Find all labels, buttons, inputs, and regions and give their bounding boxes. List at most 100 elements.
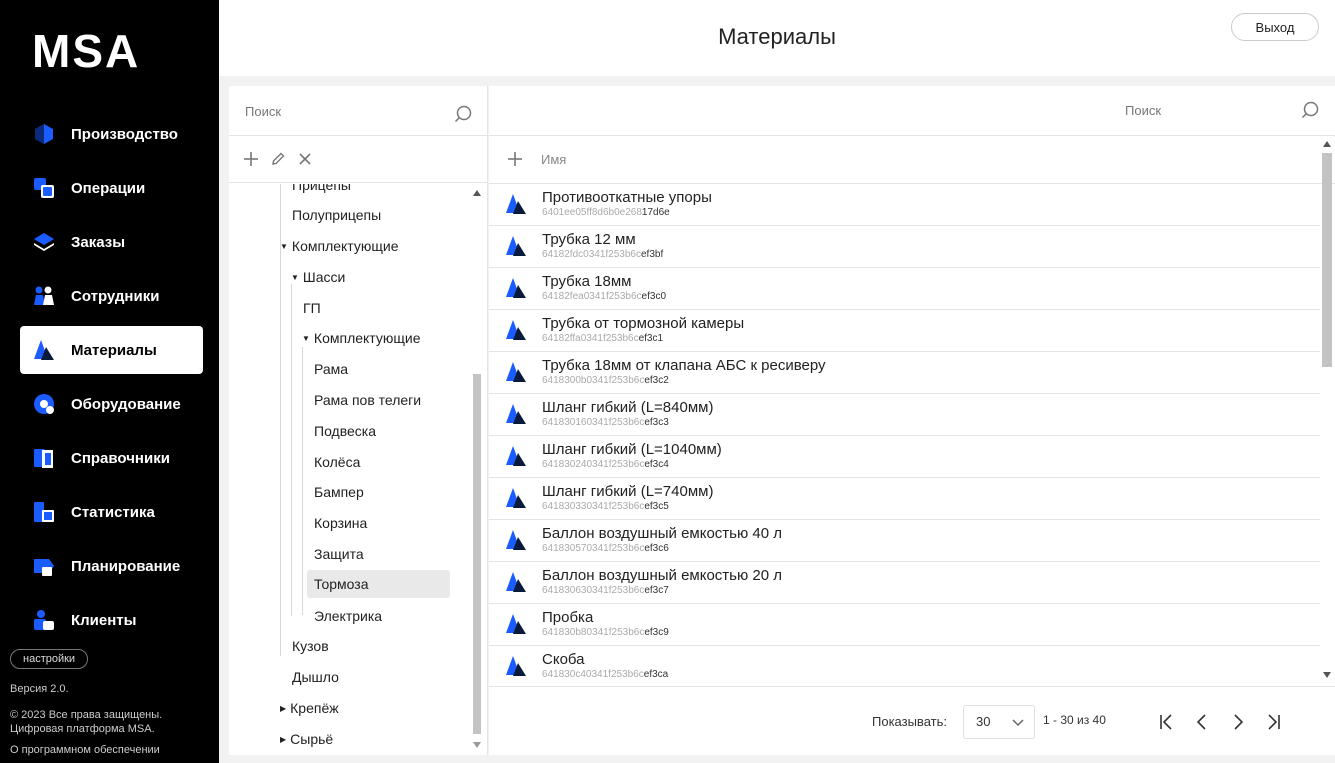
last-page-icon[interactable]: [1263, 712, 1283, 732]
page-size-select[interactable]: 30: [963, 705, 1035, 739]
list-item[interactable]: Противооткатные упоры 6401ee05ff8d6b0e268…: [489, 184, 1320, 226]
logo[interactable]: MSA: [32, 24, 140, 78]
tree-item-label: Комплектующие: [291, 238, 399, 254]
next-page-icon[interactable]: [1228, 712, 1248, 732]
sidebar-item-orders[interactable]: Заказы: [20, 218, 203, 266]
column-header-name[interactable]: Имя: [541, 152, 566, 167]
sidebar-item-production[interactable]: Производство: [20, 110, 203, 158]
material-id-suffix: ef3c3: [644, 417, 669, 428]
tree-item[interactable]: ▼ Комплектующие: [280, 232, 399, 260]
tree-item[interactable]: ▶ Крепёж: [280, 694, 339, 722]
tree-item[interactable]: Кузов: [292, 632, 329, 660]
category-tree-panel: ПрицепыПолуприцепы▼Комплектующие▼ШассиГП…: [229, 86, 488, 755]
sidebar-item-statistics[interactable]: Статистика: [20, 488, 203, 536]
list-item[interactable]: Шланг гибкий (L=840мм) 641830160341f253b6…: [489, 394, 1320, 436]
tree-scrollbar-thumb[interactable]: [473, 374, 481, 734]
list-item[interactable]: Шланг гибкий (L=1040мм) 641830240341f253b…: [489, 436, 1320, 478]
material-name: Шланг гибкий (L=840мм): [542, 399, 714, 416]
sidebar-item-label: Клиенты: [71, 611, 137, 629]
material-icon: [506, 194, 526, 214]
list-item[interactable]: Трубка 12 мм 64182fdc0341f253b6cef3bf: [489, 226, 1320, 268]
add-material-icon[interactable]: [507, 151, 525, 169]
material-id-prefix: 641830570341f253b6c: [542, 543, 645, 554]
tree-item[interactable]: Полуприцепы: [292, 201, 381, 229]
sidebar-item-label: Операции: [71, 179, 146, 197]
tree-item[interactable]: Дышло: [292, 663, 339, 691]
list-search-bar: [489, 86, 1335, 136]
search-icon[interactable]: [1301, 101, 1319, 119]
material-icon: [506, 488, 526, 508]
chevron-down-icon: [1012, 719, 1024, 727]
tree-item[interactable]: ГП: [303, 294, 321, 322]
caret-right-icon[interactable]: ▶: [280, 726, 286, 754]
list-item[interactable]: Баллон воздушный емкостью 20 л 6418306303…: [489, 562, 1320, 604]
tree-item[interactable]: Колёса: [314, 448, 360, 476]
tree-item[interactable]: Защита: [314, 540, 364, 568]
copyright-text-2: Цифровая платформа MSA.: [10, 723, 155, 735]
sidebar-item-employees[interactable]: Сотрудники: [20, 272, 203, 320]
list-search-input[interactable]: [1125, 103, 1185, 118]
list-item[interactable]: Баллон воздушный емкостью 40 л 6418305703…: [489, 520, 1320, 562]
logout-button[interactable]: Выход: [1231, 13, 1319, 41]
tree-item[interactable]: Электрика: [314, 602, 382, 630]
tree-item[interactable]: ▼ Шасси: [291, 263, 345, 291]
material-name: Баллон воздушный емкостью 40 л: [542, 525, 783, 542]
tree-item-label: Бампер: [314, 484, 364, 500]
search-icon[interactable]: [454, 105, 472, 123]
caret-down-icon[interactable]: ▼: [280, 233, 288, 261]
first-page-icon[interactable]: [1157, 712, 1177, 732]
list-item[interactable]: Шланг гибкий (L=740мм) 641830330341f253b6…: [489, 478, 1320, 520]
sidebar-item-planning[interactable]: Планирование: [20, 542, 203, 590]
material-id: 641830570341f253b6cef3c6: [542, 543, 669, 554]
list-item[interactable]: Скоба 641830c40341f253b6cef3ca: [489, 646, 1320, 684]
edit-icon[interactable]: [268, 150, 287, 169]
tree-item[interactable]: Тормоза: [307, 570, 450, 598]
material-id-suffix: ef3bf: [640, 249, 664, 260]
tree-item[interactable]: Прицепы: [292, 184, 351, 199]
tree-item[interactable]: ▶ Сырьё: [280, 725, 333, 753]
material-id: 641830b80341f253b6cef3c9: [542, 627, 669, 638]
list-header: Имя: [489, 136, 1335, 184]
add-icon[interactable]: [241, 150, 260, 169]
prev-page-icon[interactable]: [1192, 712, 1212, 732]
sidebar-item-equipment[interactable]: Оборудование: [20, 380, 203, 428]
tree-item[interactable]: ▼ Комплектующие: [302, 324, 421, 352]
material-id-prefix: 641830160341f253b6c: [542, 417, 645, 428]
material-id-prefix: 6418300b0341f253b6c: [542, 375, 645, 386]
tree-item[interactable]: Рама: [314, 355, 348, 383]
caret-down-icon[interactable]: ▼: [291, 264, 299, 292]
about-link[interactable]: О программном обеспечении: [10, 743, 160, 757]
material-name: Скоба: [542, 651, 585, 668]
sidebar-item-label: Статистика: [71, 503, 155, 521]
caret-down-icon[interactable]: ▼: [302, 325, 310, 353]
list-item[interactable]: Трубка от тормозной камеры 64182ffa0341f2…: [489, 310, 1320, 352]
planning-icon: [33, 555, 55, 577]
tree-item-label: Тормоза: [314, 576, 369, 592]
directories-icon: [33, 447, 55, 469]
tree-item[interactable]: Бампер: [314, 478, 364, 506]
tree-scrollbar[interactable]: [471, 184, 483, 755]
material-id-suffix: ef3c4: [644, 459, 669, 470]
list-item[interactable]: Трубка 18мм от клапана АБС к ресиверу 641…: [489, 352, 1320, 394]
list-scrollbar[interactable]: [1320, 136, 1334, 684]
tree-item-label: Кузов: [292, 638, 329, 654]
tree-search-input[interactable]: [245, 104, 445, 119]
equipment-icon: [33, 393, 55, 415]
sidebar-item-clients[interactable]: Клиенты: [20, 596, 203, 644]
sidebar-item-materials[interactable]: Материалы: [20, 326, 203, 374]
material-icon: [506, 362, 526, 382]
list-item[interactable]: Пробка 641830b80341f253b6cef3c9: [489, 604, 1320, 646]
material-id: 641830c40341f253b6cef3ca: [542, 669, 668, 680]
list-item[interactable]: Трубка 18мм 64182fea0341f253b6cef3c0: [489, 268, 1320, 310]
sidebar-item-operations[interactable]: Операции: [20, 164, 203, 212]
page-range: 1 - 30 из 40: [1043, 713, 1106, 727]
close-icon[interactable]: [295, 150, 314, 169]
settings-button[interactable]: настройки: [10, 649, 89, 669]
tree-item[interactable]: Рама пов телеги: [314, 386, 421, 414]
caret-right-icon[interactable]: ▶: [280, 695, 286, 723]
tree-item[interactable]: Корзина: [314, 509, 367, 537]
tree-item[interactable]: Подвеска: [314, 417, 376, 445]
list-scrollbar-thumb[interactable]: [1322, 153, 1332, 367]
material-id-suffix: 17d6e: [641, 207, 670, 218]
sidebar-item-directories[interactable]: Справочники: [20, 434, 203, 482]
